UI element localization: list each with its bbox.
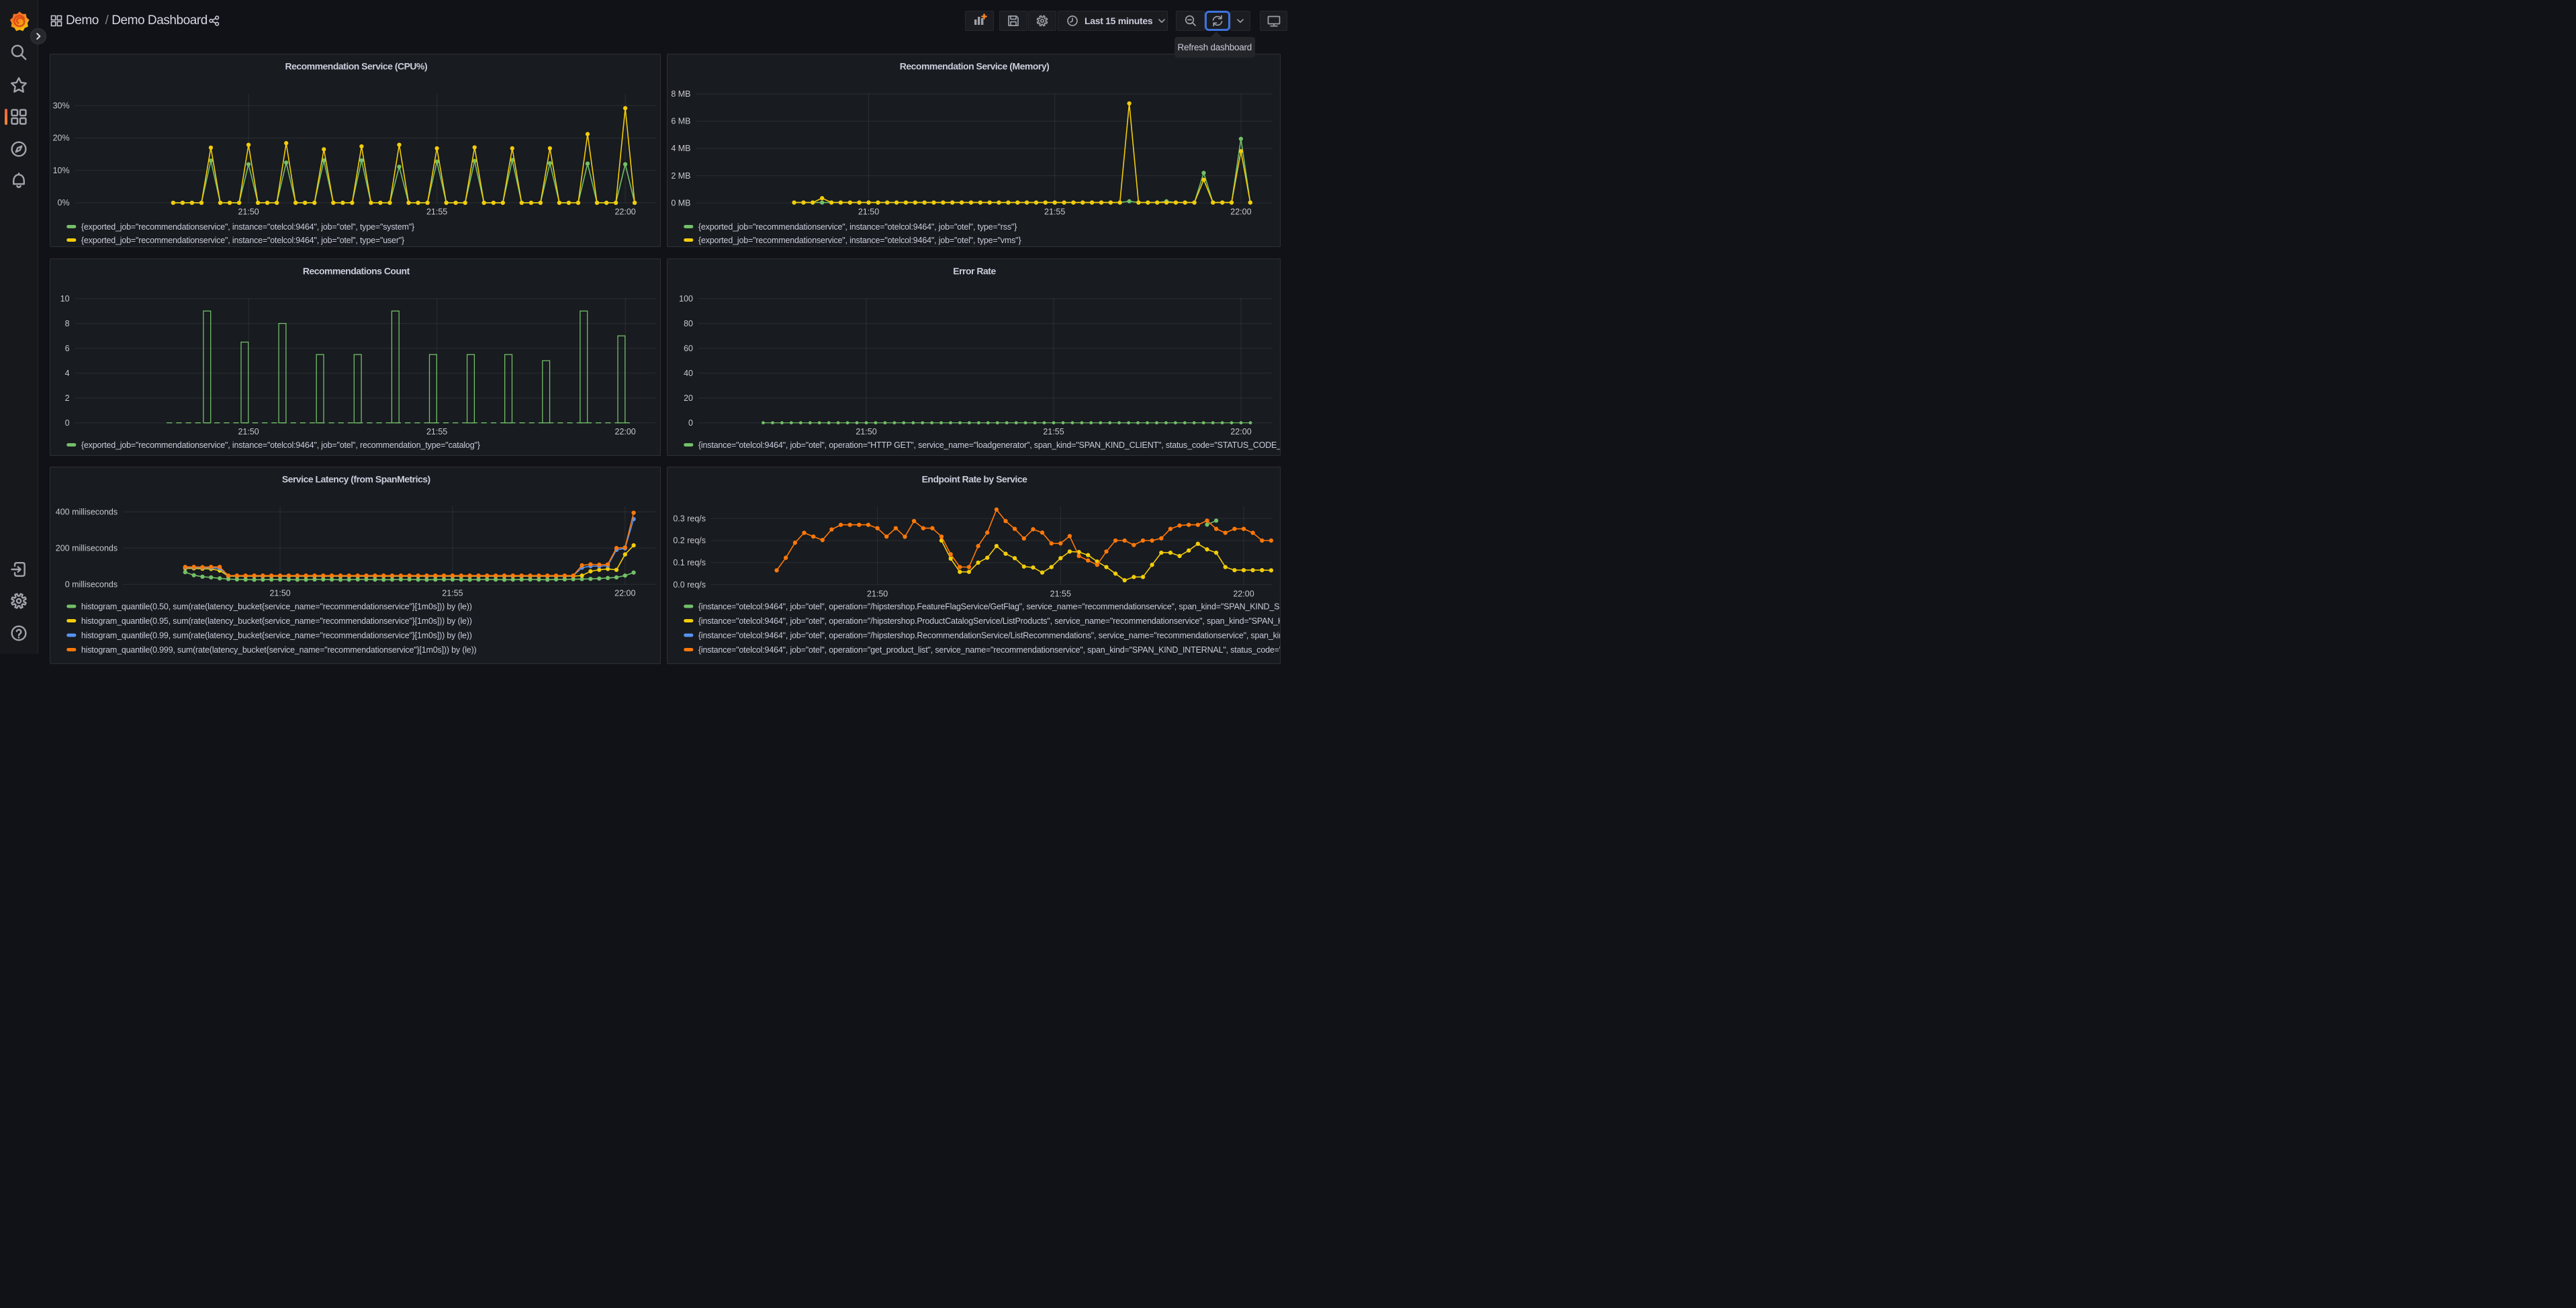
svg-text:{instance="otelcol:9464", job=: {instance="otelcol:9464", job="otel", op… — [698, 630, 1281, 640]
svg-text:{exported_job="recommendations: {exported_job="recommendationservice", i… — [698, 222, 1017, 232]
svg-text:Recommendation Service (Memory: Recommendation Service (Memory) — [900, 61, 1050, 72]
svg-text:6 MB: 6 MB — [671, 117, 690, 126]
svg-text:20: 20 — [684, 393, 693, 402]
svg-text:0: 0 — [688, 418, 693, 427]
svg-text:0%: 0% — [57, 198, 69, 207]
svg-text:21:55: 21:55 — [442, 588, 463, 598]
svg-text:Recommendations Count: Recommendations Count — [303, 265, 410, 276]
svg-text:22:00: 22:00 — [614, 588, 635, 598]
svg-text:4 MB: 4 MB — [671, 144, 690, 153]
svg-text:2 MB: 2 MB — [671, 171, 690, 181]
svg-text:Endpoint Rate by Service: Endpoint Rate by Service — [922, 473, 1028, 484]
svg-text:0.2 req/s: 0.2 req/s — [673, 536, 706, 545]
svg-text:21:55: 21:55 — [1044, 207, 1065, 217]
svg-text:80: 80 — [684, 318, 693, 328]
svg-text:21:55: 21:55 — [426, 427, 447, 436]
svg-text:21:50: 21:50 — [238, 207, 259, 216]
svg-text:100: 100 — [679, 293, 693, 303]
svg-text:21:55: 21:55 — [1043, 427, 1064, 436]
svg-text:40: 40 — [684, 368, 693, 377]
svg-text:histogram_quantile(0.999, sum(: histogram_quantile(0.999, sum(rate(laten… — [81, 645, 477, 654]
svg-text:0.1 req/s: 0.1 req/s — [673, 558, 706, 567]
svg-text:0: 0 — [65, 418, 70, 427]
svg-text:6: 6 — [65, 343, 70, 353]
svg-text:21:55: 21:55 — [426, 207, 447, 216]
svg-text:{instance="otelcol:9464", job=: {instance="otelcol:9464", job="otel", op… — [698, 602, 1281, 611]
svg-text:8 MB: 8 MB — [671, 89, 690, 99]
svg-text:{exported_job="recommendations: {exported_job="recommendationservice", i… — [81, 440, 480, 449]
svg-text:Recommendation Service (CPU%): Recommendation Service (CPU%) — [285, 61, 427, 72]
svg-text:0 milliseconds: 0 milliseconds — [65, 579, 118, 589]
svg-text:21:55: 21:55 — [1050, 589, 1071, 598]
svg-text:21:50: 21:50 — [238, 427, 259, 436]
svg-text:4: 4 — [65, 368, 70, 377]
svg-text:2: 2 — [65, 393, 70, 402]
svg-text:8: 8 — [65, 318, 70, 328]
svg-text:{exported_job="recommendations: {exported_job="recommendationservice", i… — [81, 236, 404, 245]
svg-text:60: 60 — [684, 343, 693, 353]
svg-text:21:50: 21:50 — [867, 589, 888, 598]
svg-text:{exported_job="recommendations: {exported_job="recommendationservice", i… — [81, 222, 414, 232]
svg-text:Error Rate: Error Rate — [953, 265, 996, 276]
svg-text:21:50: 21:50 — [856, 427, 876, 436]
svg-text:20%: 20% — [52, 134, 69, 143]
svg-text:22:00: 22:00 — [1230, 427, 1251, 436]
svg-text:400 milliseconds: 400 milliseconds — [56, 507, 118, 516]
svg-text:Service Latency (from SpanMetr: Service Latency (from SpanMetrics) — [282, 473, 430, 484]
svg-text:0.3 req/s: 0.3 req/s — [673, 514, 706, 523]
svg-text:22:00: 22:00 — [614, 427, 635, 436]
svg-text:10: 10 — [60, 293, 70, 303]
svg-text:{instance="otelcol:9464", job=: {instance="otelcol:9464", job="otel", op… — [698, 645, 1281, 654]
svg-text:21:50: 21:50 — [269, 588, 290, 598]
svg-text:21:50: 21:50 — [858, 207, 879, 217]
svg-text:10%: 10% — [52, 166, 69, 175]
svg-text:30%: 30% — [52, 101, 69, 110]
svg-text:histogram_quantile(0.95, sum(r: histogram_quantile(0.95, sum(rate(latenc… — [81, 616, 472, 625]
svg-text:0 MB: 0 MB — [671, 198, 690, 207]
svg-text:22:00: 22:00 — [614, 207, 635, 216]
svg-text:22:00: 22:00 — [1230, 207, 1251, 217]
svg-text:histogram_quantile(0.50, sum(r: histogram_quantile(0.50, sum(rate(latenc… — [81, 602, 472, 611]
svg-text:{instance="otelcol:9464", job=: {instance="otelcol:9464", job="otel", op… — [698, 616, 1281, 625]
svg-text:0.0 req/s: 0.0 req/s — [673, 580, 706, 590]
svg-text:{exported_job="recommendations: {exported_job="recommendationservice", i… — [698, 236, 1021, 245]
svg-text:{instance="otelcol:9464", job=: {instance="otelcol:9464", job="otel", op… — [698, 440, 1281, 449]
svg-text:200 milliseconds: 200 milliseconds — [56, 543, 118, 553]
svg-text:histogram_quantile(0.99, sum(r: histogram_quantile(0.99, sum(rate(latenc… — [81, 630, 472, 640]
svg-text:22:00: 22:00 — [1233, 589, 1254, 598]
